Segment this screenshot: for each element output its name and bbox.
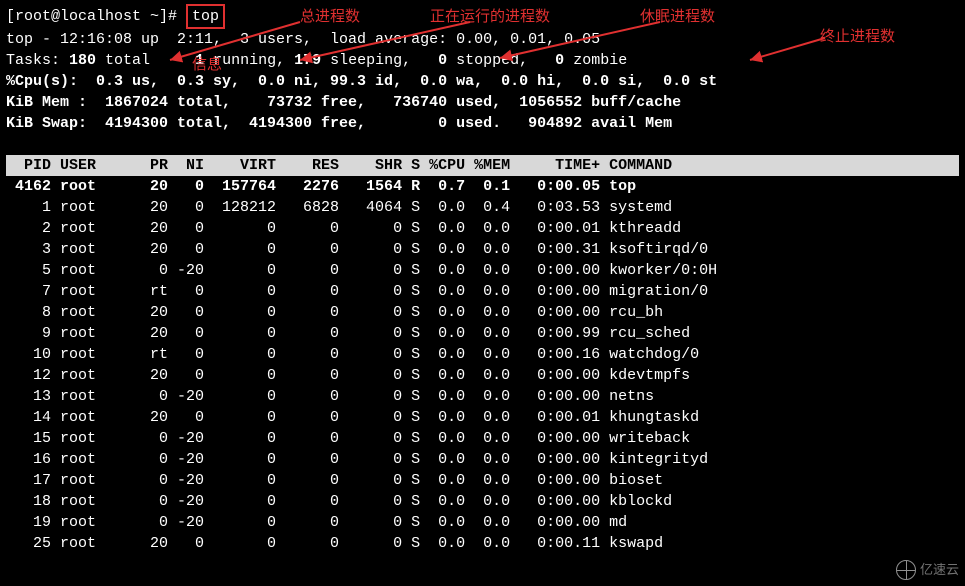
table-row: 12 root 20 0 0 0 0 S 0.0 0.0 0:00.00 kde…: [6, 365, 959, 386]
table-row: 8 root 20 0 0 0 0 S 0.0 0.0 0:00.00 rcu_…: [6, 302, 959, 323]
table-row: 2 root 20 0 0 0 0 S 0.0 0.0 0:00.01 kthr…: [6, 218, 959, 239]
table-row: 15 root 0 -20 0 0 0 S 0.0 0.0 0:00.00 wr…: [6, 428, 959, 449]
tasks-spacer: [150, 52, 195, 69]
tasks-total: 180: [69, 52, 96, 69]
table-row: 4162 root 20 0 157764 2276 1564 R 0.7 0.…: [6, 176, 959, 197]
table-row: 5 root 0 -20 0 0 0 S 0.0 0.0 0:00.00 kwo…: [6, 260, 959, 281]
tasks-running: 1: [195, 52, 204, 69]
table-row: 3 root 20 0 0 0 0 S 0.0 0.0 0:00.31 ksof…: [6, 239, 959, 260]
top-swap-line: KiB Swap: 4194300 total, 4194300 free, 0…: [6, 113, 959, 134]
prompt-prefix: [root@localhost ~]#: [6, 8, 186, 25]
table-row: 7 root rt 0 0 0 0 S 0.0 0.0 0:00.00 migr…: [6, 281, 959, 302]
table-row: 19 root 0 -20 0 0 0 S 0.0 0.0 0:00.00 md: [6, 512, 959, 533]
top-summary-line1: top - 12:16:08 up 2:11, 3 users, load av…: [6, 29, 959, 50]
tasks-stopped-lbl: stopped,: [447, 52, 528, 69]
tasks-label: Tasks:: [6, 52, 60, 69]
command-text: top: [192, 8, 219, 25]
tasks-stopped: 0: [411, 52, 447, 69]
top-tasks-line: Tasks: 180 total 1 running, 179 sleeping…: [6, 50, 959, 71]
globe-icon: [896, 560, 916, 580]
watermark: 亿速云: [896, 560, 959, 580]
process-header-row: PID USER PR NI VIRT RES SHR S %CPU %MEM …: [6, 155, 959, 176]
blank-line: [6, 134, 959, 155]
table-row: 16 root 0 -20 0 0 0 S 0.0 0.0 0:00.00 ki…: [6, 449, 959, 470]
tasks-total-lbl: total: [96, 52, 150, 69]
table-row: 13 root 0 -20 0 0 0 S 0.0 0.0 0:00.00 ne…: [6, 386, 959, 407]
prompt-line: [root@localhost ~]# top: [6, 4, 959, 29]
table-row: 9 root 20 0 0 0 0 S 0.0 0.0 0:00.99 rcu_…: [6, 323, 959, 344]
table-row: 18 root 0 -20 0 0 0 S 0.0 0.0 0:00.00 kb…: [6, 491, 959, 512]
tasks-running-lbl: running,: [204, 52, 285, 69]
top-mem-line: KiB Mem : 1867024 total, 73732 free, 736…: [6, 92, 959, 113]
table-row: 14 root 20 0 0 0 0 S 0.0 0.0 0:00.01 khu…: [6, 407, 959, 428]
process-list[interactable]: 4162 root 20 0 157764 2276 1564 R 0.7 0.…: [6, 176, 959, 554]
tasks-zombie-lbl: zombie: [564, 52, 627, 69]
command-top-box: top: [186, 4, 225, 29]
top-cpu-line: %Cpu(s): 0.3 us, 0.3 sy, 0.0 ni, 99.3 id…: [6, 71, 959, 92]
table-row: 25 root 20 0 0 0 0 S 0.0 0.0 0:00.11 ksw…: [6, 533, 959, 554]
table-row: 1 root 20 0 128212 6828 4064 S 0.0 0.4 0…: [6, 197, 959, 218]
tasks-sleeping: 179: [285, 52, 321, 69]
tasks-zombie: 0: [528, 52, 564, 69]
table-row: 17 root 0 -20 0 0 0 S 0.0 0.0 0:00.00 bi…: [6, 470, 959, 491]
table-row: 10 root rt 0 0 0 0 S 0.0 0.0 0:00.16 wat…: [6, 344, 959, 365]
watermark-text: 亿速云: [920, 561, 959, 579]
tasks-sleeping-lbl: sleeping,: [321, 52, 411, 69]
